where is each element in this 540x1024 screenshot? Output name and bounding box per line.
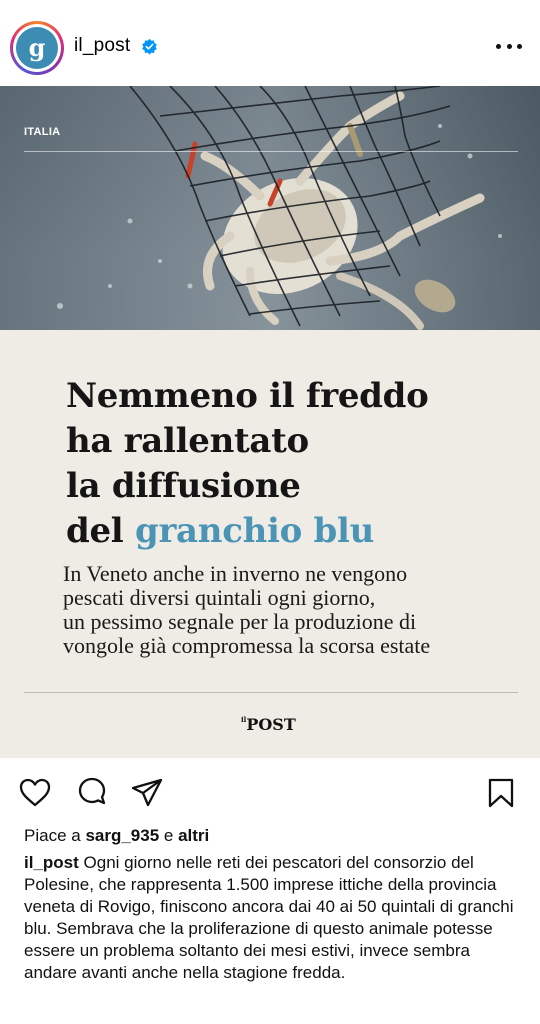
subheadline: In Veneto anche in inverno ne vengono pe… — [63, 562, 523, 658]
more-options-icon[interactable] — [496, 44, 522, 50]
subhead-line: un pessimo segnale per la produzione di — [63, 609, 417, 634]
headline-accent: granchio blu — [134, 511, 375, 551]
il-post-logo: ilPOST — [241, 715, 296, 734]
likes-summary: Piace a sarg_935 e altri — [24, 826, 210, 845]
caption-username[interactable]: il_post — [24, 853, 79, 872]
avatar[interactable]: g — [10, 21, 64, 75]
post-caption: il_post Ogni giorno nelle reti dei pesca… — [24, 852, 524, 984]
headline-line: del granchio blu — [66, 509, 526, 554]
send-icon[interactable] — [130, 776, 164, 810]
subhead-line: vongole già compromessa la scorsa estate — [63, 633, 431, 658]
liker-username[interactable]: sarg_935 — [85, 826, 159, 845]
il-post-logo-icon: g — [16, 27, 58, 69]
crab-in-net-image — [0, 86, 540, 330]
subhead-line: In Veneto anche in inverno ne vengono — [63, 561, 408, 586]
post-username[interactable]: il_post — [74, 35, 130, 57]
subhead-line: pescati diversi quintali ogni giorno, — [63, 585, 376, 610]
headline: Nemmeno il freddo ha rallentato la diffu… — [66, 374, 526, 554]
post-actions — [0, 770, 540, 814]
article-card: Nemmeno il freddo ha rallentato la diffu… — [0, 330, 540, 758]
heart-icon[interactable] — [18, 776, 52, 810]
headline-line: ha rallentato — [66, 421, 309, 461]
section-label: ITALIA — [24, 126, 61, 138]
comment-icon[interactable] — [75, 776, 109, 810]
post-photo: ITALIA — [0, 86, 540, 330]
post-header: g il_post — [0, 18, 540, 84]
headline-prefix: del — [66, 511, 135, 551]
logo-text: POST — [246, 715, 296, 734]
bookmark-icon[interactable] — [484, 776, 518, 810]
divider — [24, 151, 518, 152]
caption-text: Ogni giorno nelle reti dei pescatori del… — [24, 853, 514, 982]
verified-badge-icon — [142, 38, 157, 55]
svg-text:g: g — [29, 33, 46, 62]
headline-line: la diffusione — [66, 466, 301, 506]
divider — [24, 692, 518, 693]
headline-line: Nemmeno il freddo — [66, 376, 429, 416]
likes-others[interactable]: altri — [178, 826, 209, 845]
